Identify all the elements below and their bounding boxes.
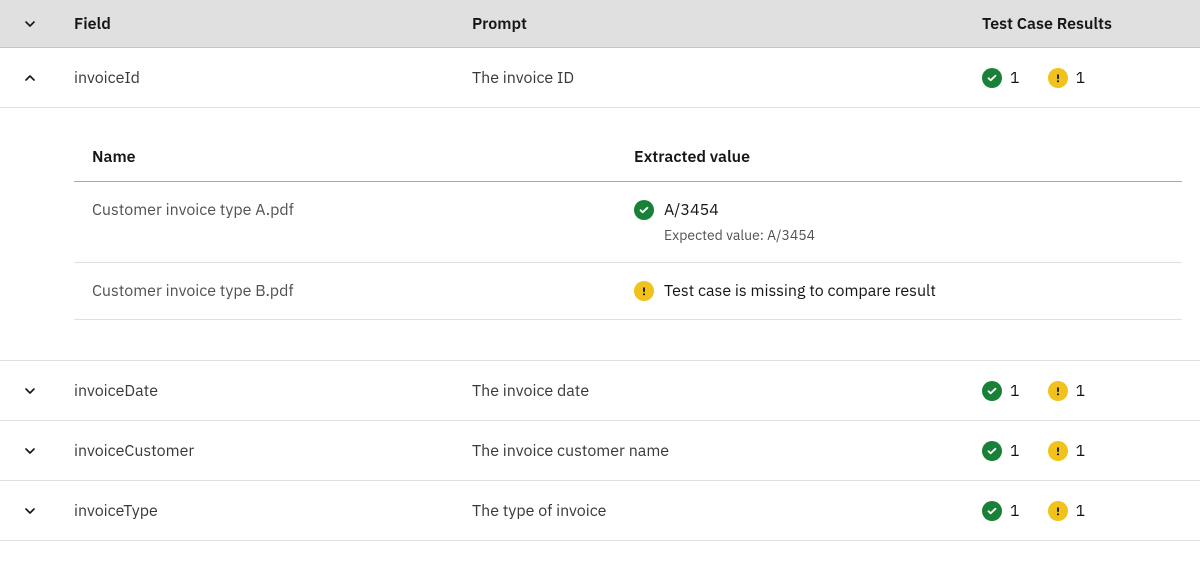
check-circle-icon [982, 501, 1002, 521]
field-name: invoiceType [60, 501, 460, 521]
expand-toggle[interactable] [0, 383, 60, 399]
expand-toggle[interactable] [0, 70, 60, 86]
warning-circle-icon [1048, 501, 1068, 521]
field-name: invoiceCustomer [60, 441, 460, 461]
header-prompt: Prompt [460, 14, 970, 34]
warning-circle-icon [1048, 441, 1068, 461]
field-results: 1 1 [970, 441, 1200, 461]
warning-count: 1 [1076, 381, 1086, 401]
check-circle-icon [982, 68, 1002, 88]
status-success: 1 [982, 501, 1020, 521]
check-circle-icon [982, 441, 1002, 461]
field-results: 1 1 [970, 501, 1200, 521]
chevron-down-icon [22, 503, 38, 519]
status-warning: 1 [1048, 381, 1086, 401]
chevron-up-icon [22, 70, 38, 86]
extracted-value: A/3454 [664, 200, 719, 220]
detail-name: Customer invoice type A.pdf [74, 200, 634, 220]
field-prompt: The invoice date [460, 381, 970, 401]
table-row[interactable]: invoiceType The type of invoice 1 1 [0, 481, 1200, 541]
table-header: Field Prompt Test Case Results [0, 0, 1200, 48]
field-results: 1 1 [970, 68, 1200, 88]
field-prompt: The invoice ID [460, 68, 970, 88]
success-count: 1 [1010, 441, 1020, 461]
warning-circle-icon [1048, 68, 1068, 88]
status-success: 1 [982, 441, 1020, 461]
expand-toggle[interactable] [0, 443, 60, 459]
header-field: Field [60, 14, 460, 34]
status-warning: 1 [1048, 441, 1086, 461]
detail-header: Name Extracted value [74, 132, 1182, 182]
check-circle-icon [634, 200, 654, 220]
table-row[interactable]: invoiceDate The invoice date 1 1 [0, 361, 1200, 421]
chevron-down-icon [22, 383, 38, 399]
field-name: invoiceDate [60, 381, 460, 401]
detail-row: Customer invoice type A.pdf A/3454 Expec… [74, 182, 1182, 263]
expanded-panel: Name Extracted value Customer invoice ty… [0, 108, 1200, 361]
warning-circle-icon [1048, 381, 1068, 401]
detail-name: Customer invoice type B.pdf [74, 281, 634, 301]
chevron-down-icon [22, 443, 38, 459]
table-row[interactable]: invoiceId The invoice ID 1 1 [0, 48, 1200, 108]
chevron-down-icon[interactable] [22, 16, 38, 32]
status-success: 1 [982, 381, 1020, 401]
expected-value: Expected value: A/3454 [664, 226, 1182, 244]
field-results: 1 1 [970, 381, 1200, 401]
expand-toggle[interactable] [0, 503, 60, 519]
field-prompt: The invoice customer name [460, 441, 970, 461]
detail-row: Customer invoice type B.pdf Test case is… [74, 263, 1182, 320]
header-expand-col [0, 16, 60, 32]
status-warning: 1 [1048, 501, 1086, 521]
field-name: invoiceId [60, 68, 460, 88]
warning-count: 1 [1076, 501, 1086, 521]
success-count: 1 [1010, 68, 1020, 88]
detail-header-name: Name [74, 147, 634, 167]
warning-message: Test case is missing to compare result [664, 281, 936, 301]
success-count: 1 [1010, 381, 1020, 401]
warning-circle-icon [634, 281, 654, 301]
header-results: Test Case Results [970, 14, 1200, 34]
warning-count: 1 [1076, 68, 1086, 88]
warning-count: 1 [1076, 441, 1086, 461]
status-success: 1 [982, 68, 1020, 88]
detail-header-value: Extracted value [634, 147, 1182, 167]
table-row[interactable]: invoiceCustomer The invoice customer nam… [0, 421, 1200, 481]
check-circle-icon [982, 381, 1002, 401]
field-prompt: The type of invoice [460, 501, 970, 521]
status-warning: 1 [1048, 68, 1086, 88]
success-count: 1 [1010, 501, 1020, 521]
